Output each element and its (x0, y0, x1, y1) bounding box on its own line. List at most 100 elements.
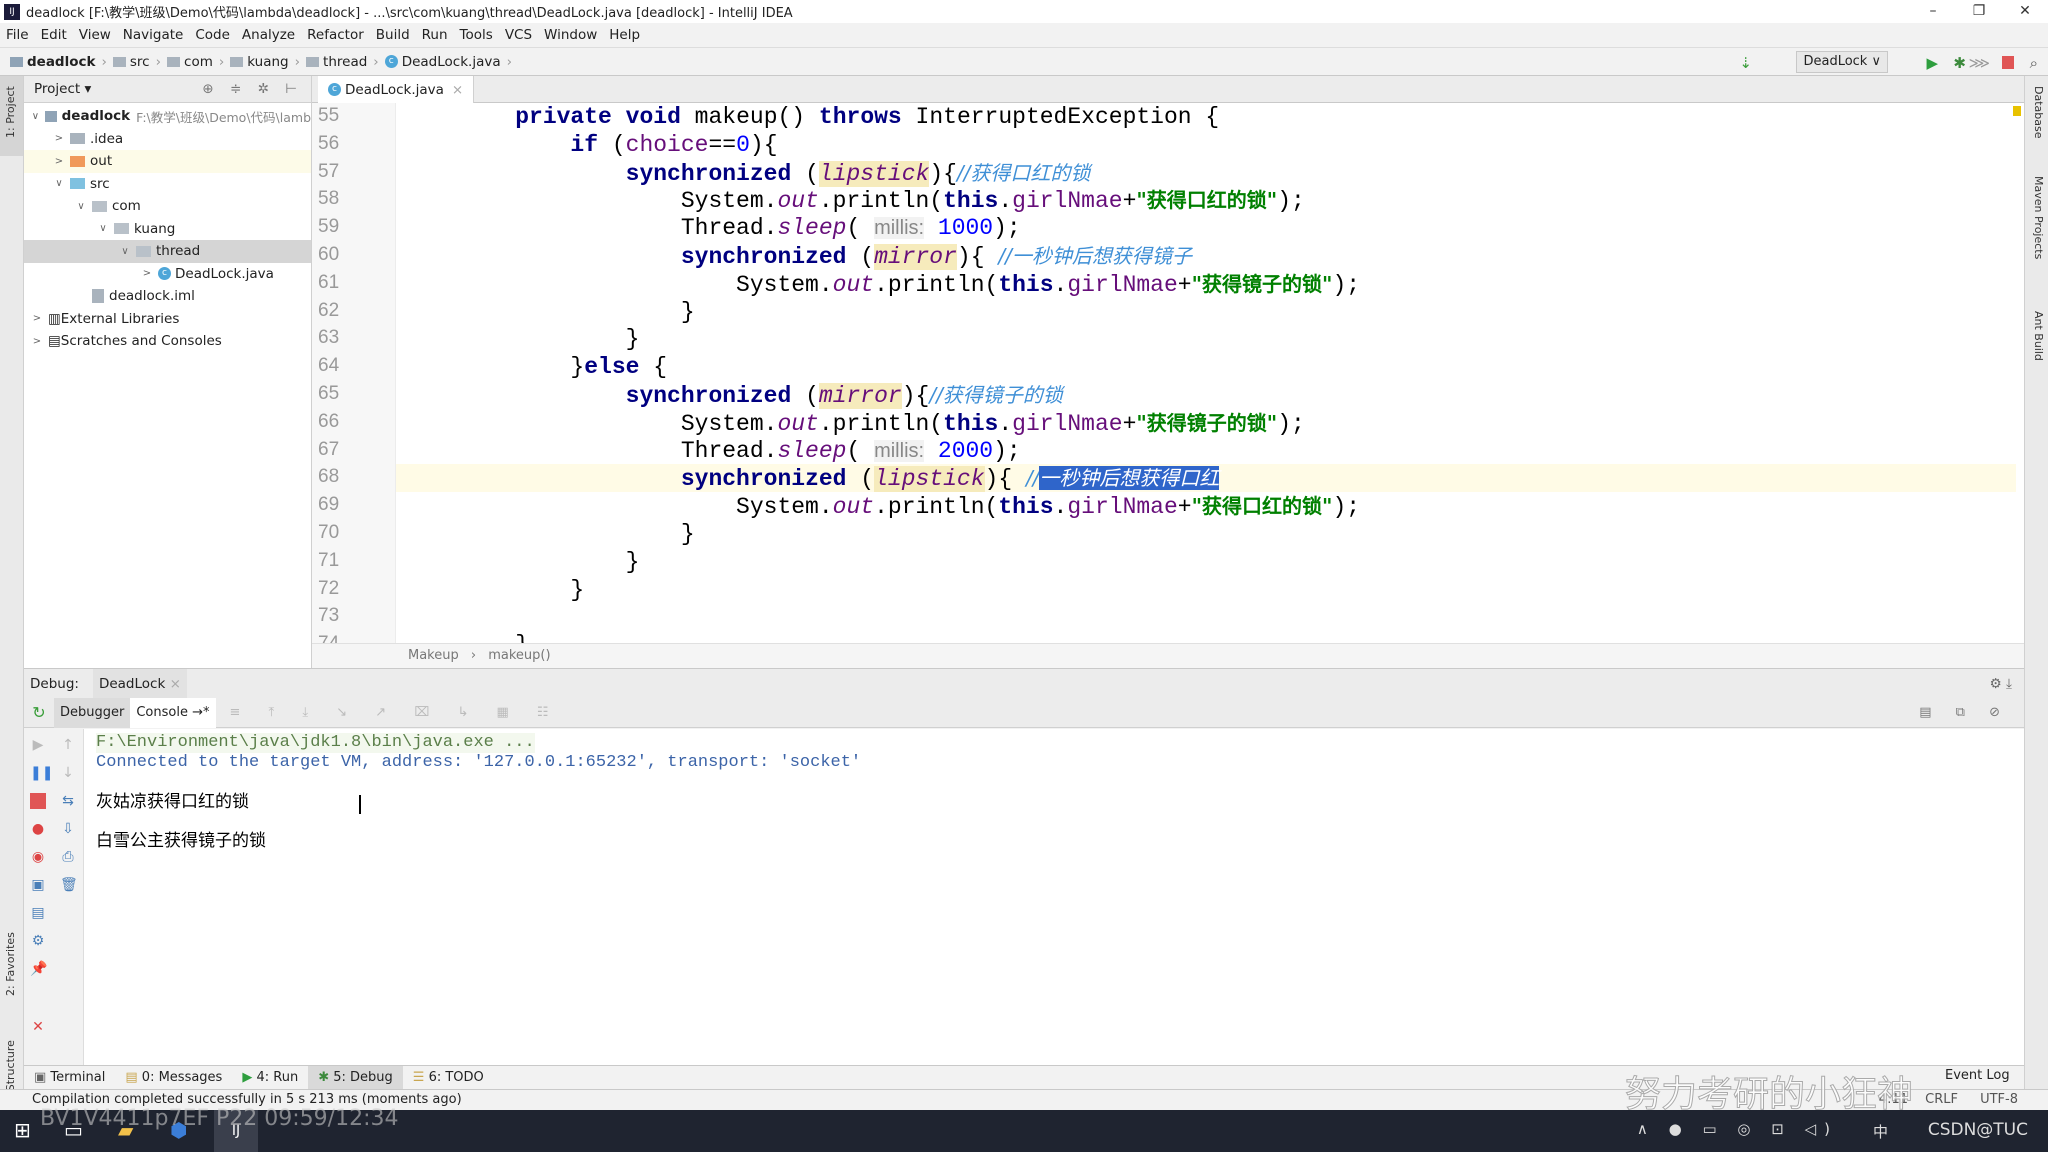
debug-icon[interactable]: ✱ (1953, 54, 1966, 72)
close-tab-icon[interactable]: × (452, 82, 463, 98)
code-line[interactable]: } (460, 548, 640, 576)
code-line[interactable]: synchronized (lipstick){//获得口红的锁 (460, 159, 1090, 187)
menu-run[interactable]: Run (422, 27, 448, 43)
code-line[interactable]: } (460, 576, 584, 604)
debug-session-tab[interactable]: DeadLock × (92, 668, 187, 699)
file-encoding[interactable]: UTF-8 (1980, 1090, 2018, 1110)
menu-navigate[interactable]: Navigate (123, 27, 184, 43)
maven-tool-button[interactable]: Maven Projects (2032, 176, 2045, 259)
tab-console[interactable]: Console →* (130, 697, 216, 728)
tree-item-deadlock-java[interactable]: > c DeadLock.java (24, 263, 311, 286)
pin-icon[interactable]: 📌 (30, 961, 47, 977)
minimize-button[interactable]: – (1910, 0, 1956, 23)
breadcrumb-item[interactable]: thread › (306, 54, 379, 70)
code-line[interactable]: Thread.sleep( millis: 2000); (460, 437, 1021, 465)
console-output[interactable]: F:\Environment\java\jdk1.8\bin\java.exe … (84, 729, 2024, 1065)
search-icon[interactable]: ⌕ (2030, 54, 2038, 72)
tree-item-scratches-and-consoles[interactable]: > ▤ Scratches and Consoles (24, 330, 311, 353)
stop-icon[interactable] (2002, 56, 2014, 69)
close-icon[interactable]: ✕ (30, 1019, 46, 1035)
project-toolbar-icons[interactable]: ⊕ ≑ ✲ ⊢ (202, 81, 303, 97)
code-line[interactable]: } (460, 520, 695, 548)
tree-item-thread[interactable]: ∨ thread (24, 240, 311, 263)
menu-analyze[interactable]: Analyze (242, 27, 295, 43)
stop-icon[interactable] (30, 793, 46, 809)
code-line[interactable]: } (460, 298, 695, 326)
tree-item-kuang[interactable]: ∨ kuang (24, 218, 311, 241)
tree-item-deadlock-iml[interactable]: deadlock.iml (24, 285, 311, 308)
expand-arrow-icon[interactable]: ∨ (118, 246, 132, 257)
down-icon[interactable]: ↓ (60, 765, 76, 781)
breadcrumb-class[interactable]: Makeup (408, 648, 459, 663)
run-config-select[interactable]: DeadLock ∨ (1796, 51, 1888, 73)
tree-item-deadlock[interactable]: ∨ deadlock F:\教学\班级\Demo\代码\lamb (24, 105, 311, 128)
layout-icon[interactable]: ▤ (30, 905, 46, 921)
expand-arrow-icon[interactable]: > (52, 156, 66, 167)
code-line[interactable]: } (460, 631, 529, 643)
run-icon[interactable]: ▶ (1926, 54, 1938, 72)
tool-tab-debug[interactable]: ✱ 5: Debug (308, 1065, 403, 1090)
code-line[interactable]: System.out.println(this.girlNmae+"获得镜子的锁… (460, 270, 1360, 298)
pause-icon[interactable]: ❚❚ (30, 765, 53, 781)
code-line[interactable]: }else { (460, 353, 667, 381)
up-icon[interactable]: ↑ (60, 737, 76, 753)
line-separator[interactable]: CRLF (1925, 1090, 1958, 1110)
expand-arrow-icon[interactable]: ∨ (52, 178, 66, 189)
breadcrumb-item[interactable]: src › (112, 54, 161, 70)
expand-arrow-icon[interactable]: ∨ (96, 223, 110, 234)
tab-deadlock-java[interactable]: c DeadLock.java × (318, 76, 475, 103)
menu-help[interactable]: Help (609, 27, 640, 43)
tree-item--idea[interactable]: > .idea (24, 128, 311, 151)
breadcrumb-method[interactable]: makeup() (488, 648, 550, 663)
windows-start-icon[interactable]: ⊞ (14, 1118, 31, 1142)
system-tray-icons[interactable]: ∧ ● ▭ ◎ ⊡ ◁) (1637, 1120, 1838, 1138)
expand-arrow-icon[interactable]: > (30, 313, 44, 324)
menu-edit[interactable]: Edit (41, 27, 67, 43)
scroll-end-icon[interactable]: ⇩ (60, 821, 76, 837)
mute-breakpoints-icon[interactable]: ◉ (30, 849, 46, 865)
expand-arrow-icon[interactable]: ∨ (74, 201, 88, 212)
code-editor[interactable]: 55 56 57 58 59 60 61 62 63 64 65 66 67 68 69 70 71 72 73 74… (312, 103, 2024, 643)
breadcrumb-item[interactable]: kuang › (230, 54, 300, 70)
rerun-icon[interactable]: ↻ (24, 703, 54, 722)
ime-indicator[interactable]: 中 (1873, 1121, 1888, 1142)
expand-arrow-icon[interactable]: > (30, 336, 44, 347)
breadcrumb-item[interactable]: com › (167, 54, 224, 70)
clear-icon[interactable]: 🗑 (60, 877, 78, 893)
tool-tab-messages[interactable]: ▤ 0: Messages (115, 1066, 232, 1090)
code-line[interactable]: synchronized (lipstick){ //一秒钟后想获得口红 (460, 464, 1220, 493)
code-line[interactable]: private void makeup() throws Interrupted… (460, 103, 1219, 131)
gear-icon[interactable]: ⚙ (30, 933, 46, 949)
tab-debugger[interactable]: Debugger (54, 697, 131, 728)
database-tool-button[interactable]: Database (2032, 86, 2045, 139)
resume-icon[interactable]: ▶ (30, 737, 46, 753)
console-options-icons[interactable]: ▤ ⧉ ⊘ (1919, 705, 2010, 720)
tree-item-out[interactable]: > out (24, 150, 311, 173)
soft-wrap-icon[interactable]: ⇆ (60, 793, 76, 809)
build-icon[interactable]: ⇣ (1739, 54, 1752, 72)
close-button[interactable]: ✕ (2002, 0, 2048, 23)
menu-vcs[interactable]: VCS (505, 27, 532, 43)
tree-item-external-libraries[interactable]: > ▥ External Libraries (24, 308, 311, 331)
project-tool-button[interactable]: 1: Project (4, 86, 17, 138)
tree-item-com[interactable]: ∨ com (24, 195, 311, 218)
code-line[interactable]: } (460, 325, 640, 353)
menu-build[interactable]: Build (376, 27, 410, 43)
code-line[interactable]: synchronized (mirror){//获得镜子的锁 (460, 381, 1063, 409)
expand-arrow-icon[interactable]: ∨ (30, 111, 41, 122)
camera-icon[interactable]: ▣ (30, 877, 46, 893)
ant-build-tool-button[interactable]: Ant Build (2032, 311, 2045, 361)
menu-code[interactable]: Code (195, 27, 230, 43)
warning-marker[interactable] (2013, 106, 2021, 116)
menu-file[interactable]: File (6, 27, 29, 43)
tool-tab-todo[interactable]: ☰ 6: TODO (403, 1066, 494, 1090)
menu-view[interactable]: View (79, 27, 111, 43)
breadcrumb-item[interactable]: deadlock › (10, 54, 107, 70)
view-breakpoints-icon[interactable]: ● (30, 821, 46, 837)
code-line[interactable]: synchronized (mirror){ //一秒钟后想获得镜子 (460, 242, 1192, 270)
code-line[interactable]: System.out.println(this.girlNmae+"获得口红的锁… (460, 492, 1360, 520)
tree-item-src[interactable]: ∨ src (24, 173, 311, 196)
print-icon[interactable]: ⎙ (60, 849, 76, 865)
breadcrumb-item[interactable]: c DeadLock.java › (384, 54, 512, 70)
tool-tab-terminal[interactable]: ▣ Terminal (24, 1066, 115, 1090)
